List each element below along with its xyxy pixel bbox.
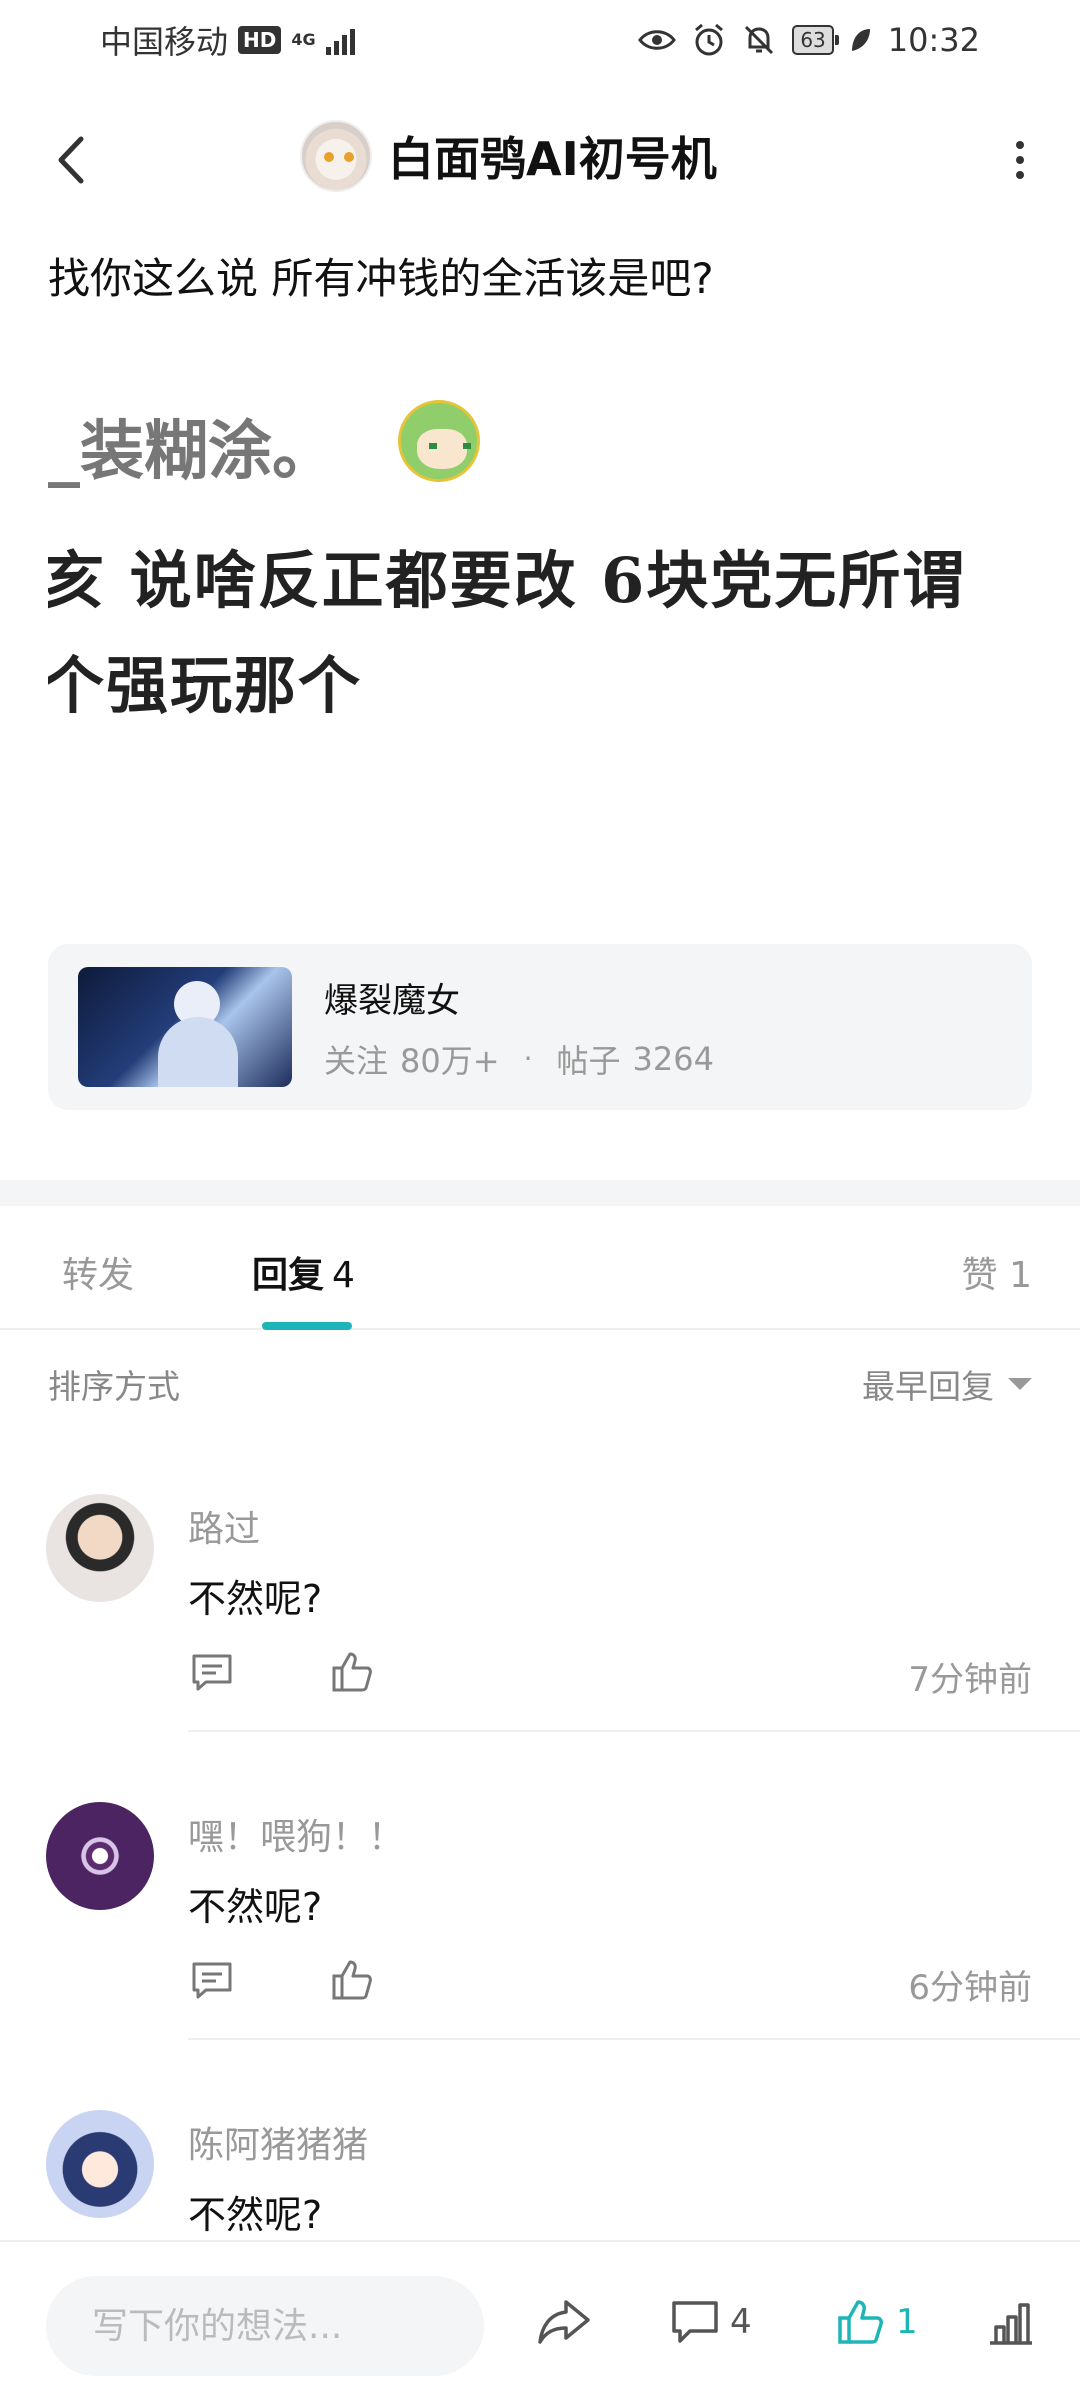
hd-badge: HD <box>238 26 282 54</box>
sort-dropdown[interactable]: 最早回复 <box>862 1360 1032 1408</box>
thumbs-up-icon <box>838 2300 883 2344</box>
reply-time: 6分钟前 <box>908 1968 1032 2008</box>
tab-reply[interactable]: 回复 4 <box>252 1246 355 1298</box>
stats-button[interactable] <box>986 2292 1036 2352</box>
reply-time: 7分钟前 <box>908 1660 1032 1700</box>
posts-label: 帖子 <box>556 1041 621 1080</box>
more-dot <box>1016 141 1024 149</box>
reply-text: 不然呢? <box>188 1577 323 1621</box>
sort-value: 最早回复 <box>862 1367 994 1406</box>
tab-reply-label: 回复 <box>252 1255 325 1296</box>
author-avatar[interactable] <box>300 120 372 192</box>
signal-icon <box>325 25 355 55</box>
separator-dot: · <box>523 1042 533 1075</box>
bottom-action-bar: 4 1 <box>0 2240 1080 2400</box>
like-count: 1 <box>896 2302 918 2342</box>
comment-icon[interactable] <box>188 1956 236 2004</box>
forum-name: 爆裂魔女 <box>324 980 460 1021</box>
more-options-button[interactable] <box>990 130 1050 190</box>
reply-actions: 7分钟前 <box>188 1648 1032 1700</box>
post-image[interactable]: _装糊涂。 亥 说啥反正都要改 6块党无所谓 个强玩那个 <box>48 370 1048 720</box>
mute-bell-icon <box>745 25 774 55</box>
forum-card[interactable]: 爆裂魔女 关注 80万+ · 帖子 3264 <box>48 944 1032 1110</box>
like-button[interactable]: 1 <box>834 2292 918 2352</box>
comment-bubble-icon <box>672 2301 718 2343</box>
author-block[interactable]: 白面鸮AI初号机 <box>300 120 717 192</box>
post-image-line: 亥 说啥反正都要改 6块党无所谓 <box>48 544 967 617</box>
caret-down-icon <box>1008 1378 1032 1390</box>
status-left: 中国移动 HD 4G <box>100 17 355 63</box>
reply-avatar[interactable] <box>46 2110 154 2218</box>
alarm-icon <box>695 23 724 56</box>
leaf-icon <box>851 29 870 51</box>
follow-label: 关注 <box>324 1041 389 1080</box>
clock-time: 10:32 <box>887 21 980 59</box>
status-bar: 中国移动 HD 4G 63 10:32 <box>0 0 1080 80</box>
network-type: 4G <box>291 32 315 48</box>
network-type-label: 4G <box>291 30 316 49</box>
battery-indicator: 63 <box>792 25 840 55</box>
comment-input[interactable] <box>46 2276 484 2376</box>
sticker-emoji <box>398 400 480 482</box>
forum-info: 爆裂魔女 关注 80万+ · 帖子 3264 <box>324 973 714 1082</box>
reply-divider <box>188 1730 1080 1732</box>
eye-icon <box>638 30 677 50</box>
share-icon <box>538 2300 590 2344</box>
reply-username[interactable]: 嘿！喂狗！！ <box>188 1808 404 1860</box>
post-text: 找你这么说 所有冲钱的全活该是吧? <box>48 254 714 303</box>
posts-count: 3264 <box>632 1039 714 1078</box>
carrier-name: 中国移动 <box>100 23 229 61</box>
tab-reply-count: 4 <box>332 1255 355 1296</box>
reply-avatar[interactable] <box>46 1494 154 1602</box>
thumbs-up-icon[interactable] <box>328 1648 376 1696</box>
post-image-line: _装糊涂。 <box>48 414 336 489</box>
reply-username[interactable]: 陈阿猪猪猪 <box>188 2116 368 2168</box>
reply-text: 不然呢? <box>188 1885 323 1929</box>
more-dot <box>1016 171 1024 179</box>
comment-count: 4 <box>730 2302 752 2342</box>
reply-divider <box>188 2038 1080 2040</box>
tab-like[interactable]: 赞 1 <box>962 1246 1032 1298</box>
section-divider <box>0 1180 1080 1206</box>
status-right: 63 10:32 <box>638 21 980 59</box>
sort-row: 排序方式 最早回复 <box>48 1360 1032 1408</box>
post-image-line: 个强玩那个 <box>48 649 363 720</box>
reply-avatar[interactable] <box>46 1802 154 1910</box>
comment-button[interactable]: 4 <box>670 2292 752 2352</box>
thumbs-up-icon[interactable] <box>328 1956 376 2004</box>
bar-chart-icon <box>990 2303 1032 2345</box>
post-header: 白面鸮AI初号机 <box>0 110 1080 210</box>
tab-repost[interactable]: 转发 <box>62 1246 134 1298</box>
reply-actions: 6分钟前 <box>188 1956 1032 2008</box>
follow-count: 80万+ <box>400 1041 500 1080</box>
share-button[interactable] <box>536 2292 592 2352</box>
forum-thumbnail <box>78 967 292 1087</box>
reply-text: 不然呢? <box>188 2193 323 2237</box>
sort-label: 排序方式 <box>48 1367 180 1406</box>
reply-username[interactable]: 路过 <box>188 1500 260 1552</box>
back-button[interactable] <box>40 130 100 190</box>
interaction-tabs: 转发 回复 4 赞 1 <box>0 1206 1080 1330</box>
forum-stats: 关注 80万+ · 帖子 3264 <box>324 1036 714 1082</box>
chevron-left-icon <box>58 136 84 184</box>
comment-icon[interactable] <box>188 1648 236 1696</box>
active-tab-indicator <box>262 1322 352 1330</box>
more-dot <box>1016 156 1024 164</box>
author-name[interactable]: 白面鸮AI初号机 <box>388 123 717 189</box>
